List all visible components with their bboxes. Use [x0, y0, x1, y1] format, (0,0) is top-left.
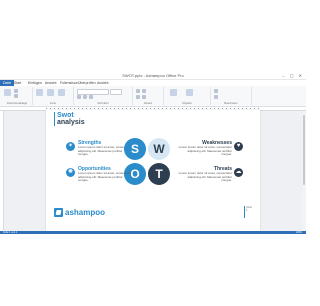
window-title: SWOT.pptx - Ashampoo Office Pro: [122, 73, 184, 78]
group-objects: Objekte: [164, 87, 211, 105]
weaknesses-text: Lorem ipsum dolor sit amet, consectetur …: [178, 145, 232, 157]
opportunities-text: Lorem ipsum dolor sit amet, consectetur …: [78, 171, 132, 183]
font-select[interactable]: [77, 89, 109, 95]
replace-icon[interactable]: [214, 95, 218, 99]
logo-text: ashampoo: [65, 208, 106, 217]
logo-mark-icon: [54, 208, 63, 217]
group-edit: Bearbeiten: [211, 87, 252, 105]
ribbon-toolbar: Zwischenablage Folie Schriftart Absatz O…: [0, 86, 306, 107]
vertical-scrollbar[interactable]: [302, 111, 306, 231]
group-clipboard: Zwischenablage: [2, 87, 33, 105]
group-label: Folie: [49, 101, 57, 105]
weaknesses-block: Weaknesses Lorem ipsum dolor sit amet, c…: [176, 140, 232, 157]
group-label: Absatz: [143, 101, 153, 105]
scrollbar-thumb[interactable]: [303, 115, 305, 185]
strengths-icon: ✶: [66, 142, 75, 151]
threats-block: Threats Lorem ipsum dolor sit amet, cons…: [176, 166, 232, 183]
group-paragraph: Absatz: [133, 87, 164, 105]
slide-footer: Seite 1: [244, 206, 254, 218]
bullets-icon[interactable]: [136, 89, 140, 93]
status-left: Folie 1 von 1: [3, 231, 18, 234]
group-label: Bearbeiten: [224, 101, 238, 105]
app-window: SWOT.pptx - Ashampoo Office Pro – ▢ ✕ Da…: [0, 72, 306, 234]
threats-text: Lorem ipsum dolor sit amet, consectetur …: [178, 171, 232, 183]
group-slide: Folie: [33, 87, 74, 105]
title-accent-bar: [54, 112, 55, 126]
slide-title-line-2: analysis: [57, 119, 85, 126]
bold-icon[interactable]: [77, 95, 81, 99]
group-label: Objekte: [182, 101, 192, 105]
threats-icon: ☁: [234, 168, 243, 177]
new-slide-icon[interactable]: [36, 89, 43, 96]
swot-letter-t: T: [148, 163, 170, 185]
underline-icon[interactable]: [89, 95, 93, 99]
group-label: Schriftart: [97, 101, 109, 105]
zoom-level[interactable]: 100%: [296, 231, 302, 234]
arrange-icon[interactable]: [170, 89, 177, 96]
layout-icon[interactable]: [47, 89, 54, 96]
copy-icon[interactable]: [14, 94, 18, 98]
ruler-ticks: [46, 108, 260, 109]
opportunities-block: Opportunities Lorem ipsum dolor sit amet…: [78, 166, 134, 183]
font-size-select[interactable]: [110, 89, 122, 95]
search-icon[interactable]: [214, 89, 218, 93]
picture-icon[interactable]: [186, 89, 193, 96]
cut-icon[interactable]: [14, 89, 18, 93]
status-bar: Folie 1 von 1 100%: [0, 231, 306, 234]
window-controls[interactable]: – ▢ ✕: [282, 73, 304, 78]
align-left-icon[interactable]: [136, 95, 140, 99]
group-label: Zwischenablage: [6, 101, 28, 105]
numbering-icon[interactable]: [142, 89, 146, 93]
slide-canvas[interactable]: Swot analysis ✶ Strengths Lorem ipsum do…: [46, 110, 260, 231]
paste-icon[interactable]: [4, 89, 11, 96]
align-center-icon[interactable]: [142, 95, 146, 99]
opportunities-icon: ✺: [66, 168, 75, 177]
swot-letter-s: S: [124, 138, 146, 160]
reset-icon[interactable]: [58, 89, 65, 96]
swot-letter-w: W: [148, 138, 170, 160]
group-font: Schriftart: [74, 87, 133, 105]
weaknesses-icon: ♥: [234, 142, 243, 151]
italic-icon[interactable]: [83, 95, 87, 99]
title-bar: SWOT.pptx - Ashampoo Office Pro – ▢ ✕: [0, 72, 306, 86]
vertical-ruler: [0, 111, 4, 231]
